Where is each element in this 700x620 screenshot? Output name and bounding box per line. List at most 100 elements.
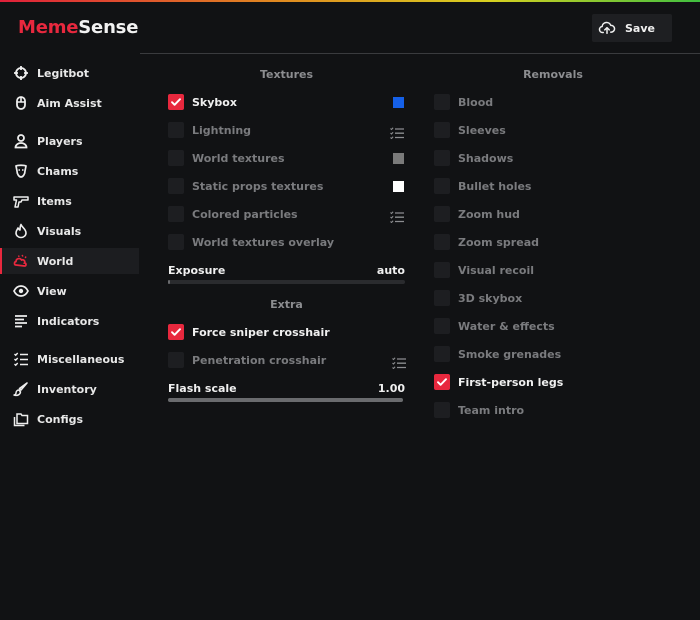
sidebar-item-world[interactable]: World <box>0 248 139 274</box>
team-intro-checkbox[interactable] <box>434 402 450 418</box>
sidebar-item-label: Visuals <box>37 224 82 238</box>
active-indicator <box>0 248 2 274</box>
3d-skybox-label: 3D skybox <box>458 291 523 305</box>
flash-scale-slider[interactable] <box>168 398 403 402</box>
force-sniper-crosshair-label: Force sniper crosshair <box>192 325 330 339</box>
force-sniper-crosshair-checkbox[interactable] <box>168 324 184 340</box>
water-effects-checkbox[interactable] <box>434 318 450 334</box>
save-label: Save <box>625 21 655 35</box>
flash-scale-label: Flash scale <box>168 382 237 395</box>
sidebar-item-items[interactable]: Items <box>0 188 139 214</box>
world-textures-checkbox[interactable] <box>168 150 184 166</box>
lightning-checkbox[interactable] <box>168 122 184 138</box>
sidebar-item-label: Miscellaneous <box>37 352 125 366</box>
world-textures-overlay-label: World textures overlay <box>192 235 335 249</box>
3d-skybox-checkbox[interactable] <box>434 290 450 306</box>
option-world-textures[interactable]: World textures <box>168 148 285 168</box>
visual-recoil-label: Visual recoil <box>458 263 534 277</box>
cloud-upload-icon <box>598 21 616 34</box>
colored-particles-checkbox[interactable] <box>168 206 184 222</box>
smoke-grenades-checkbox[interactable] <box>434 346 450 362</box>
zoom-hud-checkbox[interactable] <box>434 206 450 222</box>
sidebar-item-label: Players <box>37 134 83 148</box>
sidebar-item-indicators[interactable]: Indicators <box>0 308 139 334</box>
exposure-slider[interactable] <box>168 280 405 284</box>
option-zoom-spread[interactable]: Zoom spread <box>434 232 539 252</box>
first-person-legs-label: First-person legs <box>458 375 564 389</box>
option-blood[interactable]: Blood <box>434 92 493 112</box>
sidebar-item-inventory[interactable]: Inventory <box>0 376 139 402</box>
flame-icon <box>15 223 27 239</box>
option-force-sniper-crosshair[interactable]: Force sniper crosshair <box>168 322 330 342</box>
app-logo: MemeSense <box>18 17 138 38</box>
sleeves-label: Sleeves <box>458 123 506 137</box>
check-icon <box>171 98 181 106</box>
multiselect-list-icon[interactable] <box>390 208 404 224</box>
sidebar-item-configs[interactable]: Configs <box>0 406 139 432</box>
static-props-textures-color-swatch[interactable] <box>393 181 404 192</box>
option-skybox[interactable]: Skybox <box>168 92 237 112</box>
header-divider <box>140 53 700 54</box>
top-gradient-bar <box>0 0 700 2</box>
option-zoom-hud[interactable]: Zoom hud <box>434 204 520 224</box>
option-penetration-crosshair[interactable]: Penetration crosshair <box>168 350 326 370</box>
world-icon <box>13 254 27 267</box>
world-textures-overlay-checkbox[interactable] <box>168 234 184 250</box>
option-smoke-grenades[interactable]: Smoke grenades <box>434 344 561 364</box>
shadows-checkbox[interactable] <box>434 150 450 166</box>
sidebar-item-label: Aim Assist <box>37 96 102 110</box>
skybox-label: Skybox <box>192 95 237 109</box>
option-colored-particles[interactable]: Colored particles <box>168 204 298 224</box>
option-static-props-textures[interactable]: Static props textures <box>168 176 323 196</box>
static-props-textures-label: Static props textures <box>192 179 324 193</box>
sidebar-item-chams[interactable]: Chams <box>0 158 139 184</box>
option-lightning[interactable]: Lightning <box>168 120 251 140</box>
sidebar-item-players[interactable]: Players <box>0 128 139 154</box>
option-first-person-legs[interactable]: First-person legs <box>434 372 563 392</box>
lightning-label: Lightning <box>192 123 252 137</box>
option-bullet-holes[interactable]: Bullet holes <box>434 176 531 196</box>
option-shadows[interactable]: Shadows <box>434 148 513 168</box>
multiselect-list-icon[interactable] <box>392 354 406 370</box>
penetration-crosshair-checkbox[interactable] <box>168 352 184 368</box>
skybox-checkbox[interactable] <box>168 94 184 110</box>
extra-title: Extra <box>270 298 303 311</box>
option-sleeves[interactable]: Sleeves <box>434 120 506 140</box>
exposure-value: auto <box>376 264 405 277</box>
option-water-effects[interactable]: Water & effects <box>434 316 555 336</box>
sidebar-item-legitbot[interactable]: Legitbot <box>0 60 139 86</box>
multiselect-list-icon[interactable] <box>390 124 404 140</box>
sleeves-checkbox[interactable] <box>434 122 450 138</box>
bullet-holes-label: Bullet holes <box>458 179 532 193</box>
removals-title: Removals <box>523 68 583 81</box>
misc-list-icon <box>14 352 28 367</box>
zoom-spread-checkbox[interactable] <box>434 234 450 250</box>
mouse-icon <box>16 96 26 110</box>
static-props-textures-checkbox[interactable] <box>168 178 184 194</box>
logo-part-sense: Sense <box>78 17 139 38</box>
sidebar-item-aim-assist[interactable]: Aim Assist <box>0 90 139 116</box>
sidebar-item-visuals[interactable]: Visuals <box>0 218 139 244</box>
option-3d-skybox[interactable]: 3D skybox <box>434 288 522 308</box>
skybox-color-swatch[interactable] <box>393 97 404 108</box>
sidebar-item-miscellaneous[interactable]: Miscellaneous <box>0 346 139 372</box>
blood-checkbox[interactable] <box>434 94 450 110</box>
blood-label: Blood <box>458 95 494 109</box>
first-person-legs-checkbox[interactable] <box>434 374 450 390</box>
brush-icon <box>13 382 28 397</box>
bullet-holes-checkbox[interactable] <box>434 178 450 194</box>
shadows-label: Shadows <box>458 151 514 165</box>
world-textures-color-swatch[interactable] <box>393 153 404 164</box>
exposure-slider-fill <box>168 280 170 284</box>
sidebar-item-label: Inventory <box>37 382 97 396</box>
flash-scale-value: 1.00 <box>377 382 405 395</box>
visual-recoil-checkbox[interactable] <box>434 262 450 278</box>
option-team-intro[interactable]: Team intro <box>434 400 524 420</box>
chams-icon <box>15 164 27 178</box>
check-icon <box>437 378 447 386</box>
sidebar-item-view[interactable]: View <box>0 278 139 304</box>
option-world-textures-overlay[interactable]: World textures overlay <box>168 232 334 252</box>
team-intro-label: Team intro <box>458 403 525 417</box>
save-button[interactable]: Save <box>592 14 672 42</box>
option-visual-recoil[interactable]: Visual recoil <box>434 260 534 280</box>
